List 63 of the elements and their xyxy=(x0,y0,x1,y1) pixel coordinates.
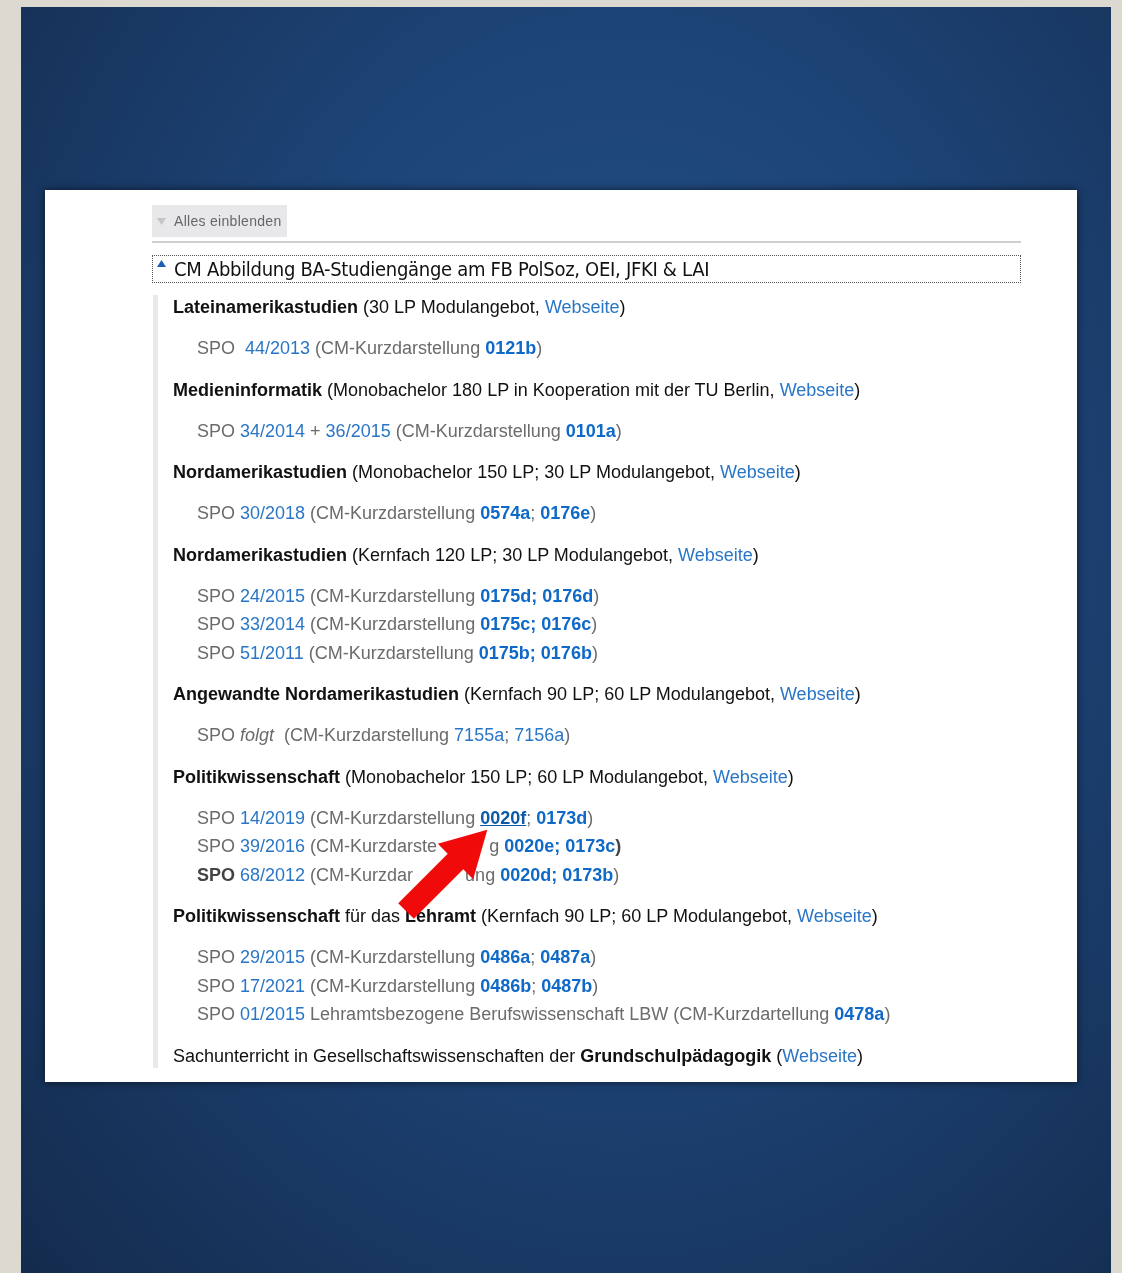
link[interactable]: 0175d; 0176d xyxy=(480,585,594,606)
expand-all-button[interactable]: Alles einblenden xyxy=(152,205,287,237)
link[interactable]: Webseite xyxy=(779,379,855,400)
regulation-line: SPO 44/2013 (CM-Kurzdarstellung 0121b) xyxy=(197,337,544,360)
regulation-line: SPO 34/2014 + 36/2015 (CM-Kurzdarstellung 0101a) xyxy=(197,419,623,443)
section-header[interactable]: CM Abbildung BA-Studiengänge am FB PolSoz, OEI, JFKI & LAI xyxy=(152,255,1021,283)
link[interactable]: 7156a xyxy=(514,725,565,745)
program-heading: Nordamerikastudien (Monobachelor 150 LP; 30 LP Modulangebot, Webseite) xyxy=(173,461,802,484)
link[interactable]: 0487a xyxy=(540,947,591,967)
link[interactable]: 0487b xyxy=(541,975,593,996)
link[interactable]: 0020d; 0173b xyxy=(500,864,614,885)
regulation-line: SPO folgt (CM-Kurzdarstellung 7155a; 7156a) xyxy=(197,724,572,747)
caret-icon xyxy=(157,217,166,225)
regulation-line: SPO 14/2019 (CM-Kurzdarstellung 0020f; 0173d) xyxy=(197,806,595,830)
link[interactable]: 68/2012 xyxy=(240,864,306,885)
link[interactable]: 14/2019 xyxy=(240,807,306,828)
link[interactable]: 0574a xyxy=(480,503,531,523)
regulation-line: SPO 51/2011 (CM-Kurzdarstellung 0175b; 0176b) xyxy=(197,641,599,665)
link[interactable]: 39/2016 xyxy=(240,836,306,856)
link[interactable]: 51/2011 xyxy=(240,642,304,663)
link[interactable]: 44/2013 xyxy=(245,338,311,358)
link[interactable]: Webseite xyxy=(797,906,872,926)
regulation-line: SPO 24/2015 (CM-Kurzdarstellung 0175d; 0176d) xyxy=(197,584,601,608)
link[interactable]: 0478a xyxy=(834,1004,885,1024)
link[interactable]: 36/2015 xyxy=(325,420,391,441)
program-heading: Angewandte Nordamerikastudien (Kernfach 90 LP; 60 LP Modulangebot, Webseite) xyxy=(173,683,862,706)
caret-icon xyxy=(157,260,166,267)
link[interactable]: 0020e; 0173c xyxy=(504,836,616,856)
program-heading: Politikwissenschaft (Monobachelor 150 LP; 60 LP Modulangebot, Webseite) xyxy=(173,765,795,789)
link[interactable]: 0175b; 0176b xyxy=(478,642,592,663)
link[interactable]: 0486a xyxy=(480,947,531,967)
link[interactable]: Webseite xyxy=(713,766,788,787)
link[interactable]: 17/2021 xyxy=(240,975,306,996)
link[interactable]: 0486b xyxy=(480,975,532,996)
program-heading: Politikwissenschaft für das Lehramt (Kernfach 90 LP; 60 LP Modulangebot, Webseite) xyxy=(173,905,879,928)
link[interactable]: 0121b xyxy=(485,338,537,358)
program-heading: Nordamerikastudien (Kernfach 120 LP; 30 LP Modulangebot, Webseite) xyxy=(173,543,760,567)
regulation-line: SPO 39/2016 (CM-Kurzdarste g 0020e; 0173c) xyxy=(197,835,623,858)
link[interactable]: 24/2015 xyxy=(240,585,306,606)
link[interactable]: Webseite xyxy=(782,1045,857,1066)
link[interactable]: 0020f xyxy=(480,807,527,828)
link[interactable]: 30/2018 xyxy=(240,503,306,523)
regulation-line: SPO 01/2015 Lehramtsbezogene Berufswissenschaft LBW (CM-Kurzdartellung 0478a) xyxy=(197,1003,892,1026)
link[interactable]: 33/2014 xyxy=(240,614,306,634)
link[interactable]: 0176e xyxy=(540,503,591,523)
link[interactable]: 01/2015 xyxy=(240,1004,306,1024)
regulation-line: SPO 17/2021 (CM-Kurzdarstellung 0486b; 0487b) xyxy=(197,974,600,998)
link[interactable]: Webseite xyxy=(779,684,855,704)
program-heading: Sachunterricht in Gesellschaftswissenschaften der Grundschulpädagogik (Webseite) xyxy=(173,1044,864,1068)
link[interactable]: 0175c; 0176c xyxy=(480,614,592,634)
regulation-line: SPO 29/2015 (CM-Kurzdarstellung 0486a; 0487a) xyxy=(197,946,598,969)
link[interactable]: 0101a xyxy=(565,420,616,441)
link[interactable]: 29/2015 xyxy=(240,947,306,967)
program-heading: Lateinamerikastudien (30 LP Modulangebot, Webseite) xyxy=(173,296,627,319)
link[interactable]: 0173d xyxy=(536,807,588,828)
link[interactable]: 7155a xyxy=(454,725,505,745)
link[interactable]: Webseite xyxy=(720,462,795,482)
link[interactable]: 34/2014 xyxy=(240,420,306,441)
regulation-line: SPO 33/2014 (CM-Kurzdarstellung 0175c; 0176c) xyxy=(197,613,599,636)
link[interactable]: Webseite xyxy=(544,297,620,317)
regulation-line: SPO 30/2018 (CM-Kurzdarstellung 0574a; 0176e) xyxy=(197,502,598,525)
link[interactable]: Webseite xyxy=(677,544,753,565)
program-heading: Medieninformatik (Monobachelor 180 LP in Kooperation mit der TU Berlin, Webseite) xyxy=(173,378,862,402)
